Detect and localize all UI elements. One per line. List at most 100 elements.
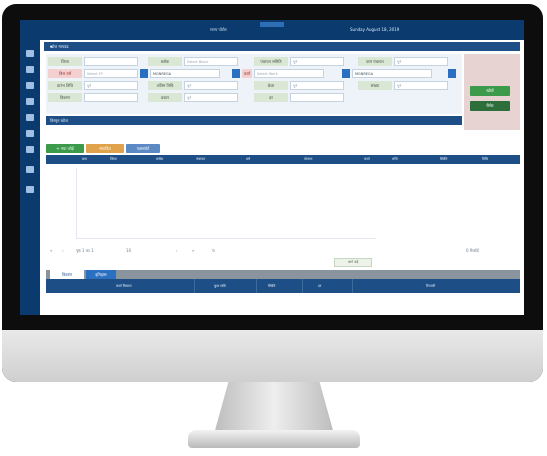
results-table-header: क्रम जिला ब्लॉक पंचायत वर्ष योजना कार्य … — [46, 155, 520, 164]
details-table-header: कार्य विवरण कुल राशि स्थिति दर टिप्पणी — [46, 279, 520, 293]
field-label: अंतिम तिथि — [148, 81, 182, 90]
monitor-chin — [2, 330, 543, 382]
field-label: विवरण — [48, 93, 82, 102]
monitor-bezel: राज्य पोर्टल Sunday August 18, 2019 खोज … — [2, 4, 543, 382]
column-header[interactable]: पंचायत — [196, 157, 205, 162]
refresh-icon[interactable]: ↻ — [212, 248, 215, 253]
reset-button[interactable]: रीसेट — [470, 101, 510, 111]
active-tab-indicator[interactable] — [260, 22, 284, 27]
description-input[interactable] — [84, 93, 138, 102]
fy-select[interactable]: Select FY — [84, 69, 138, 78]
calendar-icon[interactable] — [342, 69, 350, 78]
details-tabs: विवरण इतिहास — [46, 270, 520, 279]
pager-text: पृष्ठ 1 का 1 — [76, 248, 94, 253]
window-title: राज्य पोर्टल — [210, 27, 227, 32]
next-page-icon[interactable]: › — [176, 248, 178, 253]
column-header[interactable]: कुल राशि — [214, 284, 226, 289]
user-info: Sunday August 18, 2019 — [350, 27, 400, 32]
left-nav-rail — [20, 40, 40, 315]
tab-history[interactable]: इतिहास — [86, 270, 116, 279]
user-icon[interactable] — [26, 146, 34, 153]
field-label: दर — [254, 93, 288, 102]
column-header[interactable]: जिला — [110, 157, 117, 162]
tab-details[interactable]: विवरण — [50, 270, 84, 279]
column-header[interactable]: योजना — [304, 157, 312, 162]
prev-page-icon[interactable]: ‹ — [62, 248, 64, 253]
grid-divider — [76, 238, 376, 239]
field-label: कार्य — [242, 69, 252, 78]
edit-icon[interactable] — [26, 82, 34, 89]
calendar-icon[interactable] — [448, 69, 456, 78]
column-header[interactable]: राशि — [392, 157, 398, 162]
block-select[interactable]: Select Block — [184, 57, 238, 66]
help-icon[interactable] — [26, 186, 34, 193]
screen: राज्य पोर्टल Sunday August 18, 2019 खोज … — [20, 20, 524, 315]
app-titlebar: राज्य पोर्टल Sunday August 18, 2019 — [20, 20, 524, 40]
column-header[interactable]: टिप्पणी — [426, 284, 435, 289]
monitor-stand-base — [188, 430, 360, 448]
panchayat-samiti-select[interactable]: चुनें — [290, 57, 344, 66]
column-header[interactable]: तिथि — [482, 157, 488, 162]
settings-icon[interactable] — [26, 166, 34, 173]
main-content: खोज मापदंड ▾ जिला ब्लॉक Select Block पंच… — [42, 42, 522, 315]
next-button[interactable]: आगे बढ़ें — [334, 258, 372, 267]
field-label: जिला — [48, 57, 82, 66]
table-pager: « ‹ पृष्ठ 1 का 1 10 › » ↻ 0 रिकॉर्ड — [46, 246, 520, 256]
page-size[interactable]: 10 — [126, 248, 131, 253]
last-page-icon[interactable]: » — [192, 248, 194, 253]
scheme-select[interactable]: MGNREGA — [150, 69, 220, 78]
column-header[interactable]: स्थिति — [440, 157, 447, 162]
collapse-icon[interactable]: ▾ — [50, 44, 516, 49]
type-select[interactable]: चुनें — [184, 93, 238, 102]
status-select[interactable]: MGNREGA — [352, 69, 432, 78]
calendar-icon[interactable] — [140, 69, 148, 78]
folder-icon[interactable] — [26, 114, 34, 121]
district-input[interactable] — [84, 57, 138, 66]
column-header[interactable]: वर्ष — [246, 157, 250, 162]
start-date-input[interactable]: चुनें — [84, 81, 138, 90]
rate-input[interactable] — [290, 93, 344, 102]
grid-divider — [76, 168, 77, 238]
column-divider — [352, 279, 353, 293]
field-label: ग्राम पंचायत — [358, 57, 392, 66]
field-label: क्रेता — [254, 81, 288, 90]
report-icon[interactable] — [26, 98, 34, 105]
column-divider — [194, 279, 195, 293]
field-label: ब्लॉक — [148, 57, 182, 66]
number-select[interactable]: चुनें — [394, 81, 448, 90]
advanced-search-label: विस्तृत खोज — [50, 118, 68, 123]
column-header[interactable]: स्थिति — [268, 284, 275, 289]
field-label: प्रकार — [148, 93, 182, 102]
search-actions-panel: खोजें रीसेट — [464, 54, 520, 130]
column-header[interactable]: क्रम — [82, 157, 87, 162]
column-header[interactable]: कार्य विवरण — [116, 284, 132, 289]
chart-icon[interactable] — [26, 130, 34, 137]
first-page-icon[interactable]: « — [50, 248, 52, 253]
buyer-select[interactable]: चुनें — [290, 81, 344, 90]
home-icon[interactable] — [26, 50, 34, 57]
end-date-input[interactable]: चुनें — [184, 81, 238, 90]
column-header[interactable]: दर — [318, 284, 321, 289]
field-label: संख्या — [358, 81, 392, 90]
export-button[interactable]: एक्सपोर्ट — [126, 144, 160, 153]
column-divider — [302, 279, 303, 293]
records-count: 0 रिकॉर्ड — [466, 248, 479, 253]
field-label: पंचायत समिति — [254, 57, 288, 66]
edit-button[interactable]: संपादित — [86, 144, 124, 153]
advanced-search-strip[interactable]: विस्तृत खोज — [46, 116, 462, 125]
column-header[interactable]: कार्य — [364, 157, 370, 162]
column-header[interactable]: ब्लॉक — [156, 157, 163, 162]
calendar-icon[interactable] — [232, 69, 240, 78]
search-form: जिला ब्लॉक Select Block पंचायत समिति चुन… — [46, 54, 462, 114]
search-button[interactable]: खोजें — [470, 86, 510, 96]
add-button[interactable]: + नया जोड़ें — [46, 144, 84, 153]
work-select[interactable]: Select Work — [254, 69, 324, 78]
field-label: प्रारंभ तिथि — [48, 81, 82, 90]
list-icon[interactable] — [26, 66, 34, 73]
results-table-body — [46, 164, 520, 244]
monitor-stand-neck — [214, 382, 334, 434]
column-divider — [256, 279, 257, 293]
field-label: वित्त वर्ष — [48, 69, 82, 78]
search-panel-header: खोज मापदंड ▾ — [44, 42, 520, 51]
gram-panchayat-select[interactable]: चुनें — [394, 57, 448, 66]
